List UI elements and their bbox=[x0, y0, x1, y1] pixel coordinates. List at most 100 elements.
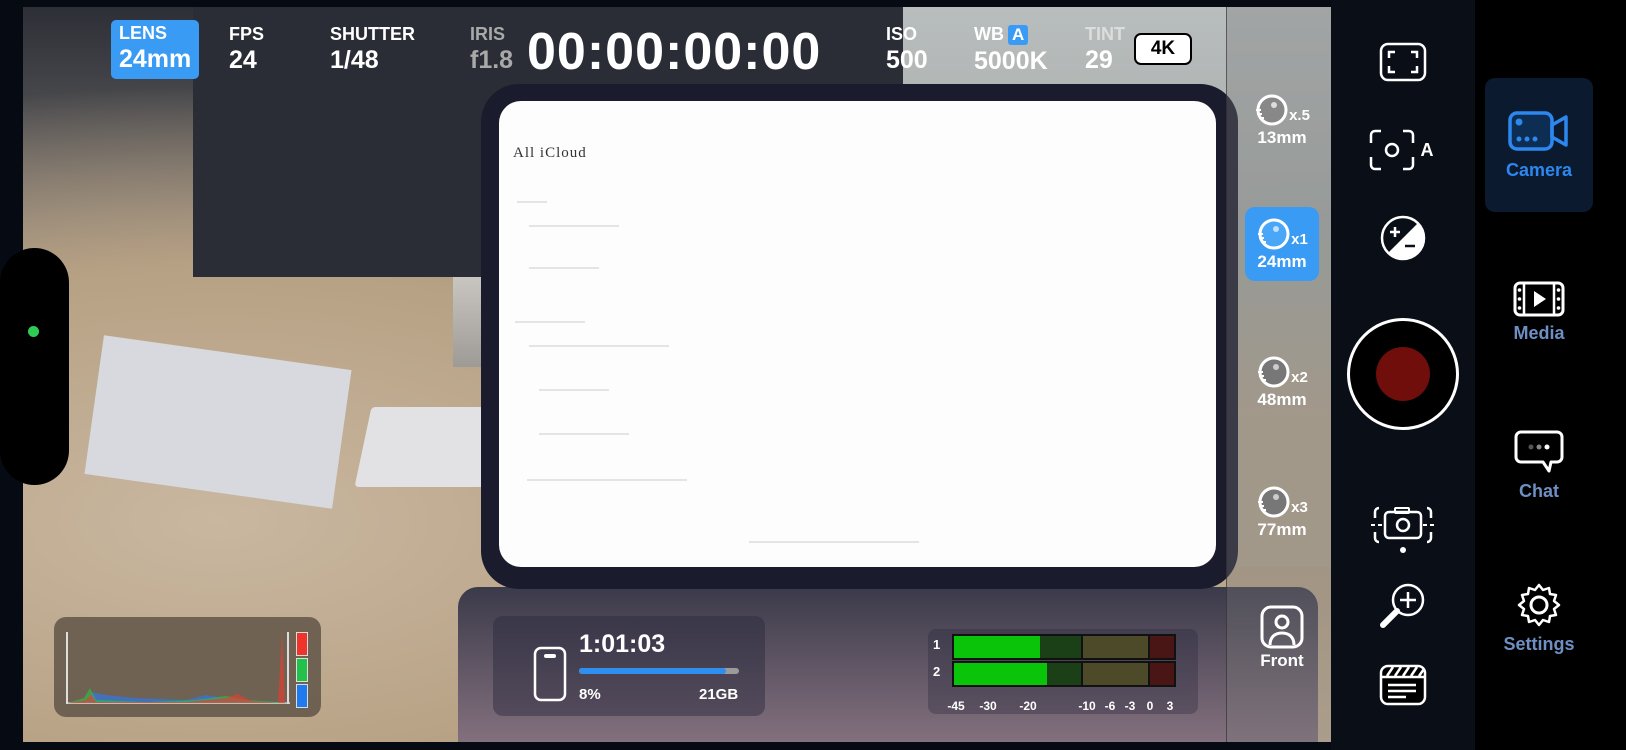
scene-text-line bbox=[527, 479, 687, 481]
meter-mid-zone bbox=[1083, 636, 1151, 658]
scene-ipad: All iCloud bbox=[481, 84, 1238, 589]
audio-meter-channel-2 bbox=[952, 661, 1176, 687]
storage-free: 21GB bbox=[699, 686, 739, 703]
scale-tick: -20 bbox=[1019, 699, 1037, 713]
phone-storage-icon bbox=[533, 646, 567, 702]
iris-label: IRIS bbox=[470, 24, 506, 44]
storage-progress-fill bbox=[579, 668, 727, 674]
lens-focal-length: 24mm bbox=[1257, 252, 1307, 271]
lens-button-77mm[interactable]: x3 77mm bbox=[1245, 475, 1319, 549]
audio-channel-2-label: 2 bbox=[933, 664, 941, 679]
meter-level-fill bbox=[954, 663, 1047, 685]
histogram-channel-legend bbox=[296, 632, 308, 708]
scale-tick: -6 bbox=[1104, 699, 1116, 713]
stabilization-button[interactable] bbox=[1371, 500, 1435, 556]
lens-multiplier: x.5 bbox=[1289, 107, 1310, 124]
scene-text-line bbox=[515, 321, 585, 323]
fullscreen-button[interactable] bbox=[1379, 42, 1427, 82]
white-balance-setting[interactable]: WB A 5000K bbox=[974, 24, 1048, 77]
iso-label: ISO bbox=[886, 24, 918, 44]
audio-meters[interactable]: 1 2 -45 -30 -20 -10 -6 -3 0 3 bbox=[928, 629, 1198, 714]
auto-focus-button[interactable]: A bbox=[1369, 128, 1437, 172]
resolution-button[interactable]: 4K bbox=[1134, 33, 1192, 65]
lens-focal-length: 13mm bbox=[1257, 128, 1307, 147]
scene-text-line bbox=[529, 267, 599, 269]
main-nav-sidebar: Camera Media Chat Settings bbox=[1475, 0, 1626, 750]
scene-text-line bbox=[539, 433, 629, 435]
audio-meter-channel-1 bbox=[952, 634, 1176, 660]
nav-label-camera: Camera bbox=[1505, 159, 1573, 180]
meter-peak-zone bbox=[1150, 636, 1174, 658]
camera-viewfinder[interactable]: All iCloud x.5 13mm x1 24mm x2 48mm x3 7… bbox=[23, 7, 1331, 742]
nav-item-chat[interactable]: Chat bbox=[1485, 398, 1593, 532]
auto-focus-badge: A bbox=[1421, 140, 1434, 160]
nav-item-settings[interactable]: Settings bbox=[1485, 551, 1593, 685]
scale-tick: 3 bbox=[1166, 699, 1174, 713]
nav-item-media[interactable]: Media bbox=[1485, 245, 1593, 379]
fps-value: 24 bbox=[229, 46, 257, 74]
chat-bubble-icon bbox=[1514, 430, 1564, 472]
lens-selector-panel: x.5 13mm x1 24mm x2 48mm x3 77mm Front bbox=[1226, 7, 1331, 742]
lens-setting[interactable]: LENS 24mm bbox=[111, 20, 200, 79]
nav-label-media: Media bbox=[1513, 322, 1565, 343]
lens-icon bbox=[1258, 486, 1290, 518]
iso-value: 500 bbox=[886, 46, 928, 74]
audio-channel-1-label: 1 bbox=[933, 637, 941, 652]
scale-tick: -45 bbox=[947, 699, 965, 713]
clapperboard-icon bbox=[1379, 664, 1427, 706]
clapperboard-button[interactable] bbox=[1379, 664, 1427, 706]
tint-value: 29 bbox=[1085, 46, 1113, 74]
scale-tick: 0 bbox=[1146, 699, 1154, 713]
fps-setting[interactable]: FPS 24 bbox=[229, 24, 264, 76]
record-button[interactable] bbox=[1347, 318, 1459, 430]
histogram-plot bbox=[66, 632, 290, 704]
lens-button-48mm[interactable]: x2 48mm bbox=[1245, 345, 1319, 419]
meter-mid-zone bbox=[1083, 663, 1151, 685]
exposure-compensation-icon bbox=[1380, 215, 1426, 261]
side-status-pill[interactable] bbox=[0, 248, 69, 485]
scene-screen-title: All iCloud bbox=[513, 145, 587, 161]
lens-button-24mm[interactable]: x1 24mm bbox=[1245, 207, 1319, 281]
histogram-red-swatch bbox=[296, 632, 308, 656]
stabilization-icon bbox=[1371, 506, 1435, 553]
record-icon bbox=[1376, 347, 1430, 401]
nav-item-camera[interactable]: Camera bbox=[1485, 78, 1593, 212]
iso-setting[interactable]: ISO 500 bbox=[886, 24, 928, 76]
lens-multiplier: x3 bbox=[1291, 499, 1308, 516]
recording-info[interactable]: 1:01:03 8% 21GB bbox=[493, 616, 765, 716]
video-camera-icon bbox=[1508, 110, 1568, 151]
front-camera-person-icon bbox=[1260, 605, 1304, 649]
lens-multiplier: x1 bbox=[1291, 231, 1308, 248]
shutter-label: SHUTTER bbox=[330, 24, 415, 44]
scale-tick: -3 bbox=[1124, 699, 1136, 713]
front-camera-button[interactable]: Front bbox=[1247, 605, 1317, 671]
zoom-in-button[interactable] bbox=[1378, 580, 1428, 630]
storage-progress-bar bbox=[579, 668, 739, 674]
scale-tick: -10 bbox=[1078, 699, 1096, 713]
timecode: 00:00:00:00 bbox=[527, 23, 822, 81]
wb-label: WB bbox=[974, 24, 1004, 44]
fullscreen-icon bbox=[1379, 42, 1427, 82]
nav-label-chat: Chat bbox=[1519, 480, 1559, 501]
lens-value: 24mm bbox=[119, 45, 192, 73]
scene-text-line bbox=[749, 541, 919, 543]
scene-text-line bbox=[539, 389, 609, 391]
histogram-blue-swatch bbox=[296, 684, 308, 708]
histogram[interactable] bbox=[54, 617, 321, 717]
shutter-value: 1/48 bbox=[330, 46, 379, 74]
scale-tick: -30 bbox=[979, 699, 997, 713]
tint-setting[interactable]: TINT 29 bbox=[1085, 24, 1125, 76]
iris-setting[interactable]: IRIS f1.8 bbox=[470, 24, 513, 76]
exposure-compensation-button[interactable] bbox=[1379, 214, 1427, 262]
iris-value: f1.8 bbox=[470, 46, 514, 74]
film-play-icon bbox=[1513, 281, 1565, 316]
shutter-setting[interactable]: SHUTTER 1/48 bbox=[330, 24, 415, 76]
nav-label-settings: Settings bbox=[1503, 633, 1575, 654]
meter-peak-zone bbox=[1150, 663, 1174, 685]
meter-low-zone bbox=[1046, 663, 1084, 685]
lens-multiplier: x2 bbox=[1291, 369, 1308, 386]
camera-controls-column: A bbox=[1331, 0, 1475, 750]
scene-paper bbox=[84, 335, 352, 509]
front-camera-label: Front bbox=[1260, 651, 1304, 670]
lens-focal-length: 48mm bbox=[1257, 390, 1307, 409]
